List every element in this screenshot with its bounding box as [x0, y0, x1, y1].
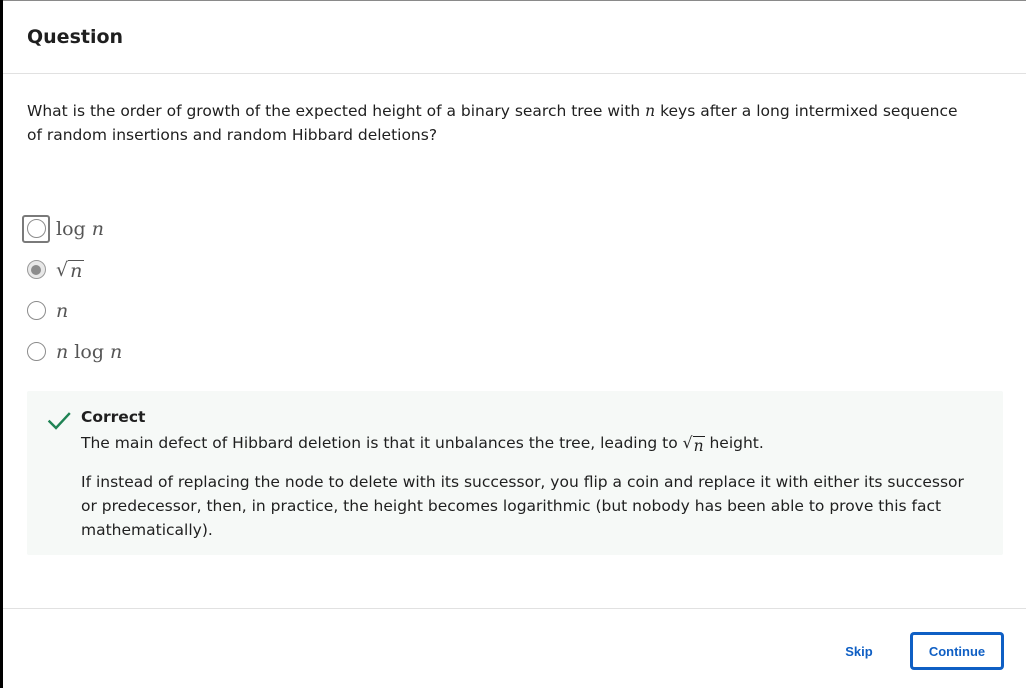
- option-sqrt-n[interactable]: √ n: [22, 249, 122, 290]
- option-n[interactable]: n: [22, 290, 122, 331]
- radio-button[interactable]: [26, 219, 46, 238]
- left-edge-bar: [0, 0, 3, 688]
- radio-focus-ring: [22, 338, 50, 366]
- radio-focus-ring: [22, 256, 50, 284]
- option-log-n[interactable]: log n: [22, 208, 122, 249]
- checkmark-icon: [47, 412, 71, 430]
- option-label: log n: [56, 217, 104, 240]
- feedback-status: Correct: [81, 408, 146, 426]
- answer-options: log n √ n n n log n: [22, 208, 122, 372]
- option-label: √ n: [56, 258, 85, 282]
- question-text: What is the order of growth of the expec…: [27, 99, 967, 147]
- sqrt-icon: √: [56, 258, 69, 281]
- option-label: n log n: [56, 340, 123, 363]
- radio-focus-ring: [22, 297, 50, 325]
- option-n-log-n[interactable]: n log n: [22, 331, 122, 372]
- feedback-panel: Correct The main defect of Hibbard delet…: [27, 391, 1003, 555]
- option-label: n: [56, 299, 69, 322]
- header: Question: [3, 1, 1026, 74]
- radio-button-selected[interactable]: [26, 260, 46, 279]
- radio-button[interactable]: [26, 342, 46, 361]
- continue-button[interactable]: Continue: [911, 633, 1003, 669]
- page-title: Question: [27, 26, 124, 48]
- sqrt-icon: √: [682, 434, 693, 452]
- footer: Skip Continue: [3, 608, 1026, 689]
- question-text-before: What is the order of growth of the expec…: [27, 102, 646, 120]
- feedback-explanation: The main defect of Hibbard deletion is t…: [81, 431, 981, 455]
- skip-button[interactable]: Skip: [829, 633, 889, 669]
- radio-focus-ring: [22, 214, 50, 243]
- question-variable: n: [645, 102, 656, 120]
- feedback-detail: If instead of replacing the node to dele…: [81, 473, 964, 539]
- radio-dot: [31, 264, 41, 275]
- radio-button[interactable]: [26, 301, 46, 320]
